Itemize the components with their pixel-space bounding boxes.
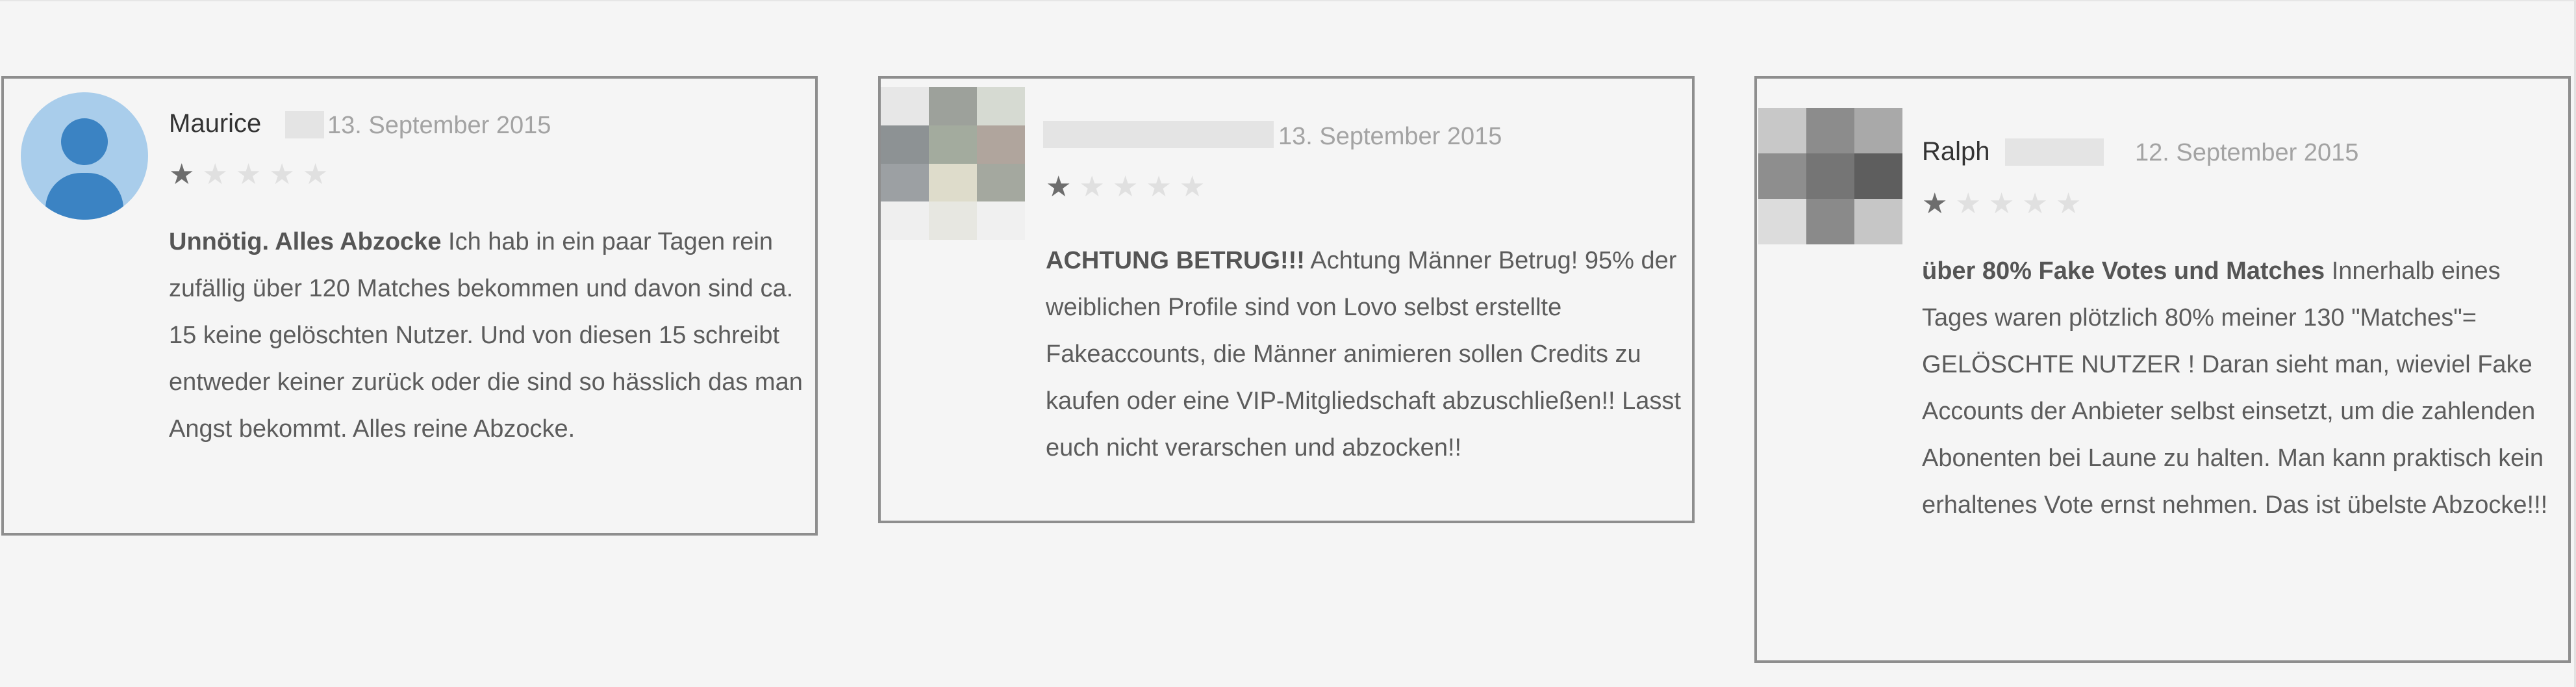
avatar: [21, 92, 148, 220]
star-icon: ★: [1179, 171, 1206, 203]
star-rating: ★ ★ ★ ★ ★: [1922, 190, 2081, 218]
review-author: Ralph: [1922, 137, 1990, 166]
star-icon: ★: [202, 159, 228, 190]
star-icon: ★: [1988, 188, 2015, 220]
user-body-icon: [45, 173, 123, 220]
review-title: ACHTUNG BETRUG!!!: [1046, 247, 1305, 274]
star-icon: ★: [169, 159, 195, 190]
redacted-name: [285, 111, 324, 138]
review-date: 13. September 2015: [327, 112, 551, 139]
star-icon: ★: [302, 159, 329, 190]
pixelated-avatar: [881, 87, 1025, 240]
star-icon: ★: [1079, 171, 1105, 203]
review-title: über 80% Fake Votes und Matches: [1922, 257, 2325, 285]
review-page: Maurice 13. September 2015 ★ ★ ★ ★ ★ Unn…: [0, 0, 2576, 687]
review-title: Unnötig. Alles Abzocke: [169, 228, 442, 255]
review-card: Maurice 13. September 2015 ★ ★ ★ ★ ★ Unn…: [1, 76, 818, 536]
review-body: Innerhalb eines Tages waren plötzlich 80…: [1922, 257, 2548, 519]
review-author: Maurice: [169, 109, 262, 138]
star-icon: ★: [2055, 188, 2082, 220]
review-date: 12. September 2015: [2135, 139, 2359, 166]
star-icon: ★: [269, 159, 295, 190]
star-rating: ★ ★ ★ ★ ★: [1046, 173, 1205, 201]
star-icon: ★: [1046, 171, 1072, 203]
review-text: Unnötig. Alles Abzocke Ich hab in ein pa…: [169, 218, 805, 452]
review-card: Ralph 12. September 2015 ★ ★ ★ ★ ★ über …: [1754, 76, 2571, 663]
review-body: Ich hab in ein paar Tagen rein zufällig …: [169, 228, 803, 443]
star-icon: ★: [1112, 171, 1139, 203]
redacted-name: [2005, 138, 2104, 166]
star-icon: ★: [2022, 188, 2048, 220]
review-text: ACHTUNG BETRUG!!! Achtung Männer Betrug!…: [1046, 237, 1682, 471]
review-date: 13. September 2015: [1278, 123, 1502, 150]
user-head-icon: [61, 118, 108, 165]
review-card: 13. September 2015 ★ ★ ★ ★ ★ ACHTUNG BET…: [878, 76, 1695, 523]
star-icon: ★: [1955, 188, 1981, 220]
pixelated-avatar: [1758, 108, 1902, 244]
star-rating: ★ ★ ★ ★ ★: [169, 161, 328, 189]
review-body: Achtung Männer Betrug! 95% der weibliche…: [1046, 247, 1681, 461]
redacted-name: [1043, 121, 1274, 148]
star-icon: ★: [235, 159, 262, 190]
star-icon: ★: [1922, 188, 1948, 220]
review-text: über 80% Fake Votes und Matches Innerhal…: [1922, 248, 2562, 528]
star-icon: ★: [1146, 171, 1172, 203]
